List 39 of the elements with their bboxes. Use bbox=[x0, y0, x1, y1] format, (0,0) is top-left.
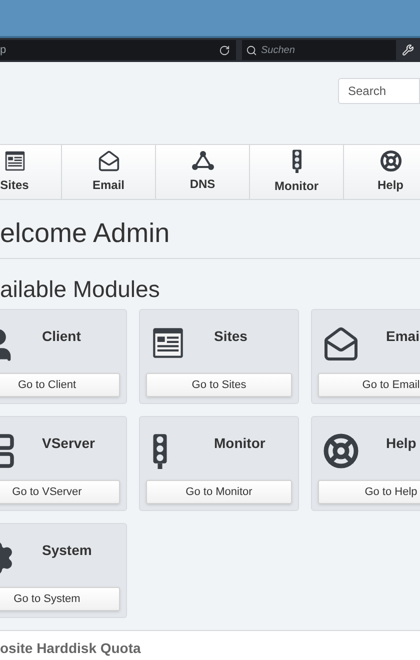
module-button[interactable]: Go to Client bbox=[0, 373, 120, 397]
module-title: VServer bbox=[41, 434, 95, 453]
address-field[interactable]: p bbox=[0, 40, 236, 60]
module-button[interactable]: Go to Sites bbox=[146, 373, 292, 397]
module-title: Emai bbox=[385, 327, 420, 346]
page-heading: elcome Admin bbox=[0, 217, 171, 250]
module-title: Client bbox=[41, 327, 81, 346]
mail-icon bbox=[98, 150, 120, 172]
network-nodes-icon bbox=[192, 151, 214, 171]
search-placeholder: Suchen bbox=[261, 44, 295, 58]
nav-tab[interactable]: Help bbox=[344, 144, 420, 200]
address-text: p bbox=[0, 42, 6, 58]
module-title: Monitor bbox=[213, 434, 266, 453]
module-button[interactable]: Go to VServer bbox=[0, 480, 120, 504]
wrench-icon[interactable] bbox=[402, 44, 414, 56]
traffic-light-icon bbox=[290, 149, 302, 173]
nav-tab[interactable]: Sites bbox=[0, 144, 62, 200]
module-title: System bbox=[41, 541, 92, 560]
module-button[interactable]: Go to Monitor bbox=[146, 480, 292, 504]
browser-search-field[interactable]: Suchen bbox=[242, 40, 396, 60]
module-title: Sites bbox=[213, 327, 248, 346]
lifebuoy-icon bbox=[323, 433, 359, 469]
nav-tab[interactable]: Email bbox=[62, 144, 156, 200]
search-icon bbox=[246, 44, 257, 56]
mail-icon bbox=[323, 326, 359, 362]
web-page-icon bbox=[4, 150, 26, 172]
search-field[interactable]: Search bbox=[338, 78, 420, 104]
panel-title: osite Harddisk Quota bbox=[0, 640, 141, 656]
section-heading: ailable Modules bbox=[0, 275, 161, 303]
reload-icon[interactable] bbox=[219, 44, 230, 56]
nav-tab[interactable]: DNS bbox=[156, 144, 250, 200]
web-page-icon bbox=[151, 326, 185, 360]
traffic-light-icon bbox=[151, 433, 169, 469]
module-button[interactable]: Go to Help bbox=[318, 480, 420, 504]
module-button[interactable]: Go to System bbox=[0, 587, 120, 611]
module-title: Help bbox=[385, 434, 416, 453]
nav-tab[interactable]: Monitor bbox=[250, 144, 344, 200]
lifebuoy-icon bbox=[380, 150, 402, 172]
module-button[interactable]: Go to Email bbox=[318, 373, 420, 397]
